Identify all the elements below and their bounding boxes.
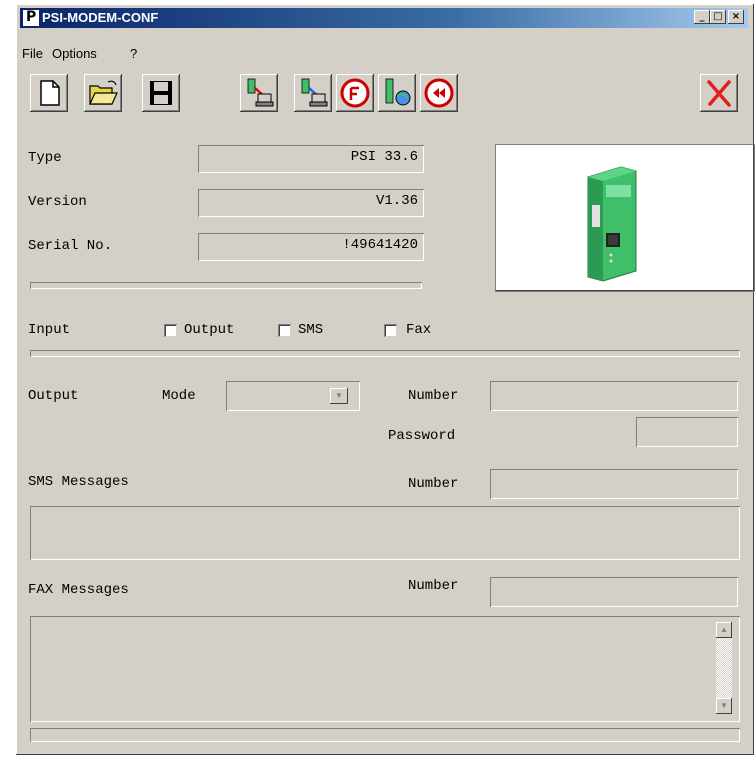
password-label: Password [388, 428, 456, 444]
exit-icon [707, 80, 731, 107]
title-bar[interactable]: PSI-MODEM-CONF _ □ × [20, 8, 748, 28]
network-test-icon [385, 78, 411, 106]
minimize-button[interactable]: _ [694, 10, 710, 24]
fax-number-label: Number [408, 578, 459, 594]
mode-dropdown-arrow[interactable]: ▼ [330, 388, 348, 404]
window-title: PSI-MODEM-CONF [42, 10, 159, 25]
version-value: V1.36 [375, 193, 418, 209]
app-window: PSI-MODEM-CONF _ □ × File Options ? [16, 4, 754, 755]
fax-message-textarea[interactable]: ▲ ▼ [30, 616, 740, 722]
status-bar [30, 728, 740, 742]
mode-select[interactable]: ▼ [226, 381, 360, 411]
close-button[interactable]: × [728, 10, 744, 24]
open-file-button[interactable] [84, 74, 122, 112]
sms-number-label: Number [408, 476, 459, 492]
type-label: Type [28, 150, 62, 166]
write-to-device-button[interactable] [294, 74, 332, 112]
sms-checkbox[interactable] [278, 324, 291, 337]
fax-messages-label: FAX Messages [28, 582, 129, 598]
save-button[interactable] [142, 74, 180, 112]
output-checkbox[interactable] [164, 324, 177, 337]
new-file-button[interactable] [30, 74, 68, 112]
menu-help[interactable]: ? [130, 46, 137, 61]
type-field: PSI 33.6 [198, 145, 424, 173]
serial-value: !49641420 [342, 237, 418, 253]
scroll-down-button[interactable]: ▼ [716, 698, 732, 714]
device-info-progress-bar [30, 282, 422, 289]
new-file-icon [40, 80, 60, 106]
sms-checkbox-label: SMS [298, 322, 324, 338]
save-disk-icon [150, 81, 172, 105]
read-from-device-button[interactable] [240, 74, 278, 112]
reset-icon [340, 78, 370, 108]
read-from-device-icon [247, 78, 274, 107]
fax-scrollbar-track[interactable] [716, 638, 732, 702]
output-label: Output [28, 388, 79, 404]
menu-file[interactable]: File [22, 46, 43, 61]
maximize-button[interactable]: □ [710, 10, 726, 24]
fax-number-field[interactable] [490, 577, 738, 607]
rewind-button[interactable] [420, 74, 458, 112]
sms-number-field[interactable] [490, 469, 738, 499]
sms-messages-label: SMS Messages [28, 474, 129, 490]
version-field: V1.36 [198, 189, 424, 217]
version-label: Version [28, 194, 87, 210]
reset-device-button[interactable] [336, 74, 374, 112]
open-folder-icon [89, 80, 118, 105]
app-logo-icon [23, 9, 39, 26]
sms-message-textarea[interactable] [30, 506, 740, 560]
rewind-icon [424, 78, 454, 108]
modem-device-image [587, 166, 637, 282]
password-field[interactable] [636, 417, 738, 447]
menu-options[interactable]: Options [52, 46, 97, 61]
fax-checkbox[interactable] [384, 324, 397, 337]
write-to-device-icon [301, 78, 328, 107]
scroll-up-button[interactable]: ▲ [716, 622, 732, 638]
input-separator [30, 350, 740, 357]
serial-field: !49641420 [198, 233, 424, 261]
output-checkbox-label: Output [184, 322, 235, 338]
input-label: Input [28, 322, 71, 338]
network-test-button[interactable] [378, 74, 416, 112]
device-image-box [496, 145, 754, 291]
fax-checkbox-label: Fax [406, 322, 432, 338]
mode-label: Mode [162, 388, 196, 404]
output-number-label: Number [408, 388, 459, 404]
type-value: PSI 33.6 [350, 149, 418, 165]
output-number-field[interactable] [490, 381, 738, 411]
serial-label: Serial No. [28, 238, 113, 254]
exit-button[interactable] [700, 74, 738, 112]
